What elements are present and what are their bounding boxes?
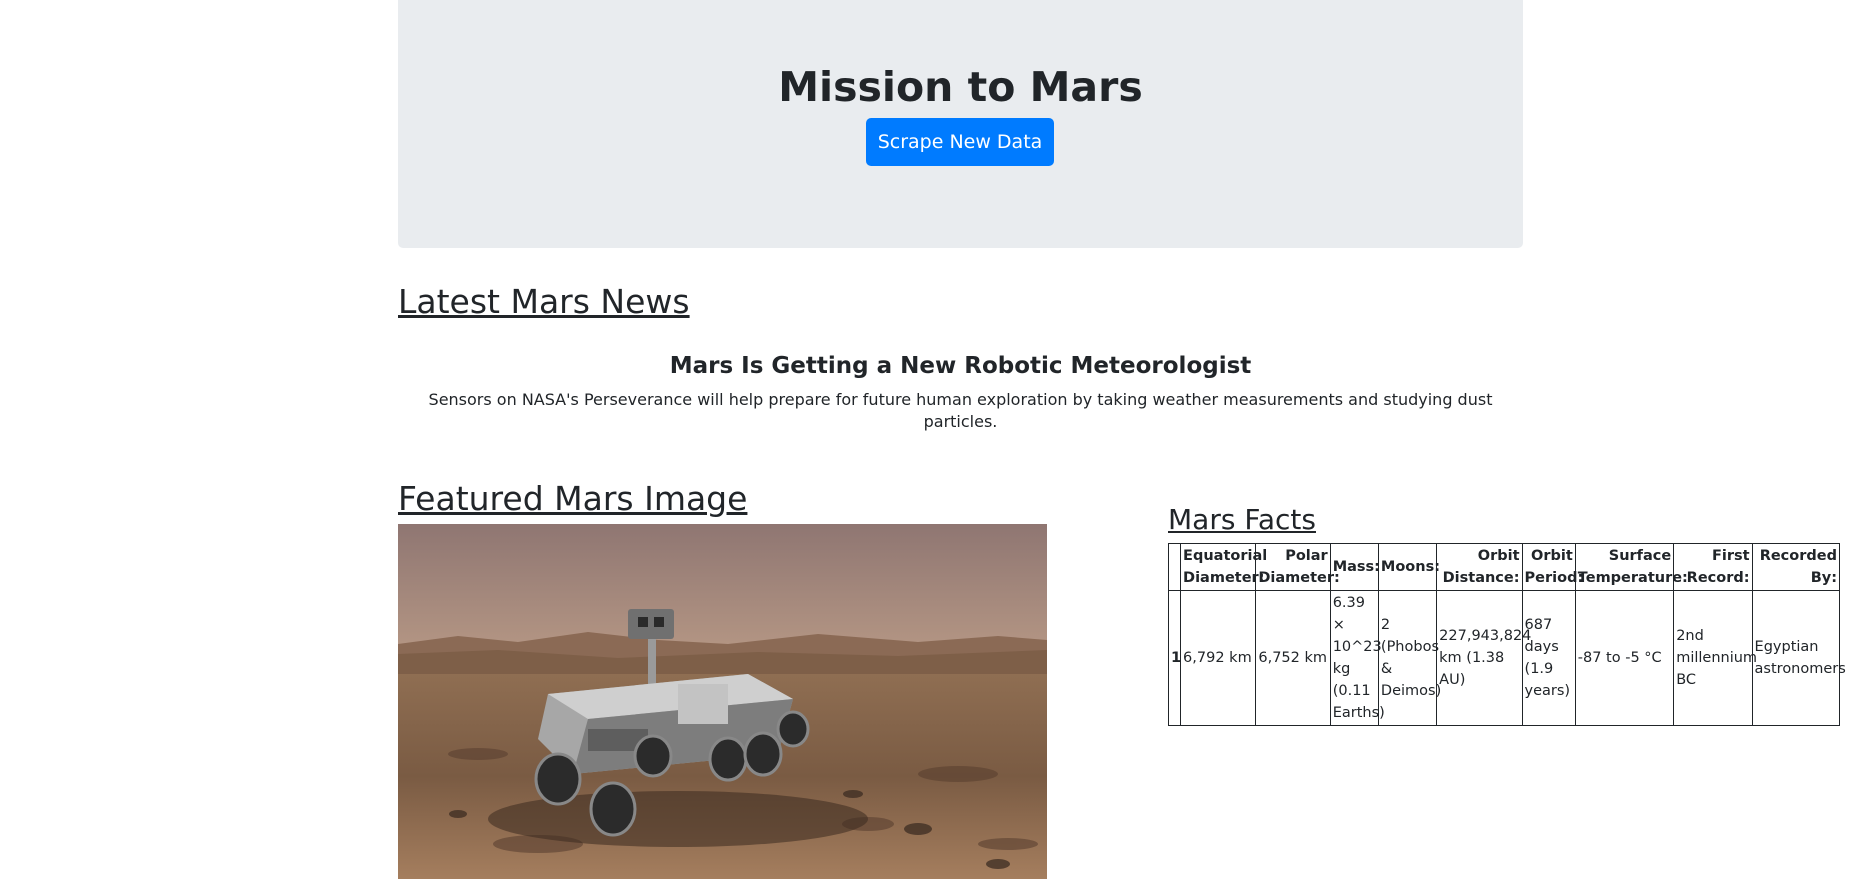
scrape-new-data-button[interactable]: Scrape New Data <box>866 118 1054 166</box>
latest-news-heading: Latest Mars News <box>398 282 690 321</box>
column-header: Recorded By: <box>1751 543 1841 591</box>
news-teaser: Sensors on NASA's Perseverance will help… <box>428 390 1493 431</box>
column-header: Orbit Period: <box>1521 543 1583 591</box>
table-cell: 6,792 km <box>1180 590 1257 726</box>
facts-header-row: Equatorial Diameter: Polar Diameter: Mas… <box>1167 543 1841 591</box>
featured-mars-image <box>398 524 1047 879</box>
mars-rover-illustration <box>398 524 1047 879</box>
column-header: Surface Temperature: <box>1574 543 1688 591</box>
row-index: 1 <box>1167 590 1181 726</box>
table-cell: 2nd millennium BC <box>1673 590 1757 726</box>
table-cell: 6,752 km <box>1255 590 1331 726</box>
mars-facts-table: Equatorial Diameter: Polar Diameter: Mas… <box>1167 543 1846 726</box>
featured-image-heading: Featured Mars Image <box>398 479 748 518</box>
table-cell: Egyptian astronomers <box>1751 590 1846 726</box>
column-header: Polar Diameter: <box>1255 543 1340 591</box>
column-header: Equatorial Diameter: <box>1180 543 1267 591</box>
column-header: Moons: <box>1377 543 1440 591</box>
jumbotron-header: Mission to Mars Scrape New Data <box>398 0 1523 248</box>
mars-facts-heading: Mars Facts <box>1168 503 1316 536</box>
table-cell: 227,943,824 km (1.38 AU) <box>1436 590 1531 726</box>
table-cell: 2 (Phobos & Deimos) <box>1377 590 1441 726</box>
page-title: Mission to Mars <box>778 63 1143 111</box>
column-header <box>1167 543 1182 591</box>
table-cell: 6.39 × 10^23 kg (0.11 Earths) <box>1329 590 1385 726</box>
table-cell: 687 days (1.9 years) <box>1521 590 1576 726</box>
table-cell: -87 to -5 °C <box>1574 590 1675 726</box>
news-headline: Mars Is Getting a New Robotic Meteorolog… <box>669 353 1252 379</box>
table-row: 1 6,792 km 6,752 km 6.39 × 10^23 kg (0.1… <box>1167 590 1846 726</box>
column-header: Orbit Distance: <box>1436 543 1523 591</box>
